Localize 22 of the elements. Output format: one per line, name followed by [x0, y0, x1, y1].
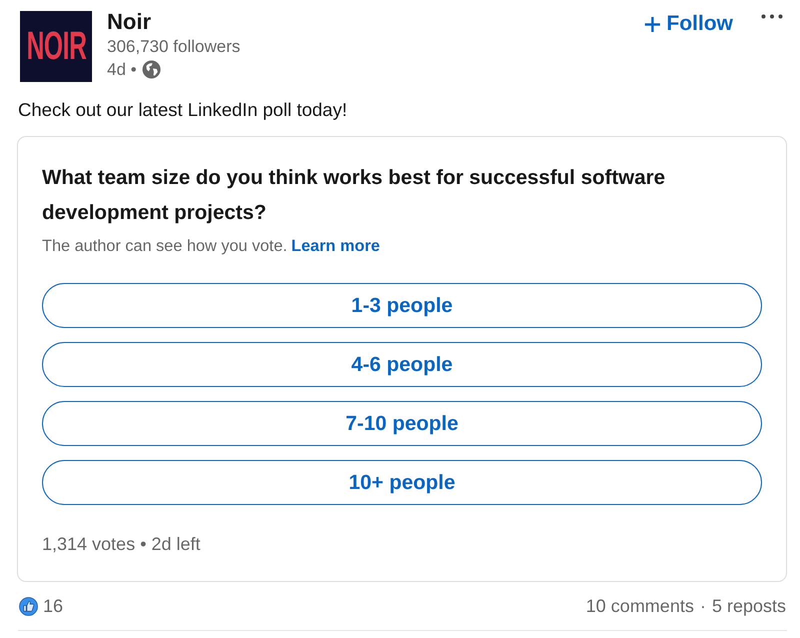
poll-summary: 1,314 votes • 2d left — [42, 533, 200, 556]
poll-option-button[interactable]: 4-6 people — [42, 342, 762, 387]
learn-more-link[interactable]: Learn more — [291, 237, 380, 255]
poll-option-button[interactable]: 7-10 people — [42, 401, 762, 446]
reaction-count[interactable]: 16 — [43, 595, 64, 617]
globe-icon — [142, 60, 161, 79]
post-text: Check out our latest LinkedIn poll today! — [18, 99, 348, 121]
privacy-notice: The author can see how you vote. Learn more — [42, 236, 380, 257]
plus-icon — [644, 16, 660, 32]
poll-option-button[interactable]: 1-3 people — [42, 283, 762, 328]
poll-question: What team size do you think works best for successful software development projects? — [42, 165, 666, 226]
more-icon — [761, 14, 783, 19]
like-icon — [19, 596, 38, 616]
brand-logo: NOIR — [20, 11, 92, 82]
comments-link[interactable]: 10 comments — [586, 595, 694, 617]
follower-count: 306,730 followers — [107, 36, 240, 58]
separator-dot: · — [700, 595, 706, 617]
post-age: 4d • — [107, 59, 137, 81]
poll-option-button[interactable]: 10+ people — [42, 460, 762, 505]
author-name[interactable]: Noir — [107, 9, 151, 35]
follow-button[interactable]: Follow — [638, 8, 739, 40]
reposts-link[interactable]: 5 reposts — [712, 595, 786, 617]
